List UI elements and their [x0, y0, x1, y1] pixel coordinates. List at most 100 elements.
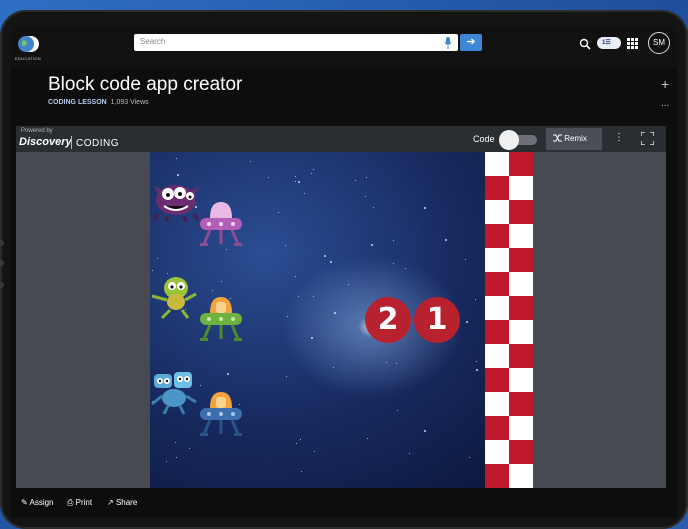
- star: [285, 245, 286, 246]
- search-icon[interactable]: [579, 38, 591, 50]
- star: [476, 369, 478, 371]
- powered-by-label: Powered by: [21, 128, 53, 134]
- code-toggle-label: Code: [473, 134, 495, 144]
- star: [366, 177, 367, 178]
- screen: EDUCATION Search ➔ 1☰ SM Block code app …: [11, 26, 677, 518]
- star: [166, 461, 167, 462]
- star: [333, 367, 334, 368]
- assign-button[interactable]: ✎ Assign: [21, 498, 54, 507]
- finish-square: [485, 224, 509, 248]
- blue-ufo[interactable]: [196, 388, 246, 440]
- star: [466, 321, 468, 323]
- lesson-views: 1,093 Views: [110, 99, 149, 106]
- finish-square: [509, 464, 533, 488]
- tablet-side-button: [0, 240, 4, 246]
- star: [314, 451, 315, 452]
- star: [298, 296, 299, 297]
- finish-square: [485, 152, 509, 176]
- assign-icon: ✎: [21, 498, 28, 507]
- star: [304, 193, 305, 194]
- finish-square: [485, 320, 509, 344]
- finish-square: [509, 152, 533, 176]
- microphone-icon[interactable]: [444, 37, 452, 49]
- finish-square: [485, 296, 509, 320]
- star: [424, 430, 426, 432]
- lesson-actions: ✎ Assign ⎙ Print ↗ Share: [11, 492, 677, 516]
- finish-square: [509, 440, 533, 464]
- star: [313, 169, 314, 170]
- countdown-digit: 2: [365, 297, 411, 343]
- finish-square: [509, 416, 533, 440]
- star: [355, 180, 356, 181]
- star: [286, 376, 287, 377]
- star: [152, 270, 153, 271]
- star: [189, 448, 190, 449]
- add-button[interactable]: +: [661, 76, 669, 92]
- fullscreen-icon[interactable]: [641, 132, 654, 145]
- star: [221, 281, 222, 282]
- star: [298, 181, 300, 183]
- star: [313, 296, 314, 297]
- star: [250, 161, 251, 162]
- star: [367, 438, 368, 439]
- purple-ufo[interactable]: [196, 198, 246, 250]
- star: [175, 442, 176, 443]
- star: [397, 410, 398, 411]
- tablet-side-button: [0, 282, 4, 288]
- code-toggle-knob[interactable]: [499, 130, 519, 150]
- logo-text: EDUCATION: [15, 56, 41, 61]
- finish-square: [485, 392, 509, 416]
- finish-square: [485, 272, 509, 296]
- star: [311, 173, 312, 174]
- star: [295, 181, 296, 182]
- discovery-brand: Discovery: [19, 136, 72, 148]
- search-submit-button[interactable]: ➔: [460, 34, 482, 51]
- purple-monster[interactable]: [152, 178, 202, 222]
- blue-monster[interactable]: [150, 368, 198, 416]
- remix-label: Remix: [564, 134, 587, 143]
- star: [212, 290, 213, 291]
- app-menu-button[interactable]: ⋮: [614, 132, 624, 143]
- lesson-meta: CODING LESSON 1,093 Views: [48, 99, 149, 106]
- remix-button[interactable]: Remix: [546, 128, 602, 150]
- star: [301, 471, 302, 472]
- discovery-education-logo[interactable]: [18, 33, 40, 55]
- assignments-pill[interactable]: 1☰: [597, 37, 621, 49]
- star: [424, 207, 426, 209]
- tablet-frame: EDUCATION Search ➔ 1☰ SM Block code app …: [0, 10, 688, 529]
- user-avatar[interactable]: SM: [648, 32, 670, 54]
- star: [373, 207, 374, 208]
- print-label: Print: [75, 498, 93, 507]
- assign-label: Assign: [29, 498, 54, 507]
- finish-square: [485, 344, 509, 368]
- star: [268, 177, 269, 178]
- star: [200, 385, 201, 386]
- star: [300, 439, 301, 440]
- finish-square: [485, 248, 509, 272]
- brand-divider: [71, 136, 72, 149]
- share-icon: ↗: [107, 498, 114, 507]
- green-monster[interactable]: [150, 274, 198, 320]
- print-button[interactable]: ⎙ Print: [67, 498, 92, 508]
- print-icon: ⎙: [67, 498, 74, 507]
- top-bar: EDUCATION Search ➔ 1☰ SM: [11, 26, 677, 68]
- star: [393, 240, 394, 241]
- green-ufo[interactable]: [196, 293, 246, 345]
- star: [371, 244, 373, 246]
- star: [278, 212, 279, 213]
- star: [177, 174, 179, 176]
- star: [334, 312, 336, 314]
- coding-app: Powered by Discovery CODING Code Remix ⋮: [16, 126, 666, 488]
- finish-square: [485, 200, 509, 224]
- finish-square: [509, 248, 533, 272]
- star: [445, 239, 447, 241]
- search-input[interactable]: Search: [134, 34, 458, 51]
- countdown-digit: 1: [414, 297, 460, 343]
- game-stage[interactable]: 2 1: [150, 152, 533, 488]
- share-button[interactable]: ↗ Share: [107, 498, 137, 507]
- apps-grid-icon[interactable]: [627, 38, 638, 49]
- finish-square: [509, 296, 533, 320]
- star: [287, 316, 288, 317]
- more-options-button[interactable]: ...: [661, 98, 669, 109]
- star: [176, 457, 177, 458]
